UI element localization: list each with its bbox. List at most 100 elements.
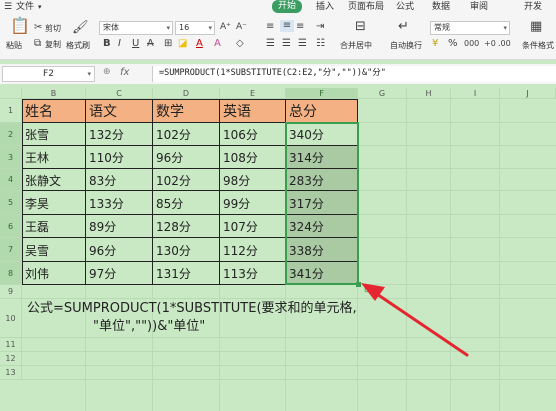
column-header-g[interactable]: G xyxy=(358,88,407,99)
copy-icon[interactable]: ⧉ xyxy=(34,38,41,50)
table-cell-total[interactable]: 317分 xyxy=(286,191,358,215)
paste-button[interactable]: 粘贴 xyxy=(6,40,22,51)
table-cell[interactable]: 130分 xyxy=(153,238,220,262)
row-header-10[interactable]: 10 xyxy=(0,299,22,338)
table-cell[interactable]: 张雪 xyxy=(22,123,86,146)
row-header-9[interactable]: 9 xyxy=(0,285,22,299)
table-cell[interactable]: 83分 xyxy=(86,169,153,191)
fx-icon[interactable]: fx xyxy=(120,67,129,78)
thousands-icon[interactable]: 000 xyxy=(464,38,479,50)
select-all-corner[interactable] xyxy=(0,88,22,99)
format-painter-button[interactable]: 格式刷 xyxy=(66,40,90,51)
number-format-select[interactable]: 常规 ▾ xyxy=(430,21,510,35)
column-header-f[interactable]: F xyxy=(286,88,358,99)
font-name-select[interactable]: 宋体 ▾ xyxy=(99,21,173,35)
conditional-format-button[interactable]: 条件格式 xyxy=(522,40,554,51)
conditional-format-icon[interactable]: ▦ xyxy=(530,20,542,33)
file-menu[interactable]: 文件 xyxy=(16,1,34,13)
column-header-b[interactable]: B xyxy=(22,88,86,99)
column-header-c[interactable]: C xyxy=(86,88,153,99)
header-cell-english[interactable]: 英语 xyxy=(220,99,286,123)
row-header-4[interactable]: 4 xyxy=(0,169,22,191)
font-size-select[interactable]: 16 ▾ xyxy=(175,21,215,35)
table-cell[interactable]: 133分 xyxy=(86,191,153,215)
table-cell[interactable]: 128分 xyxy=(153,215,220,238)
row-header-7[interactable]: 7 xyxy=(0,238,22,262)
column-header-i[interactable]: I xyxy=(451,88,500,99)
font-effect-icon[interactable]: A xyxy=(214,38,221,50)
currency-icon[interactable]: ¥ xyxy=(432,38,438,50)
fill-color-icon[interactable]: ◪ xyxy=(178,38,187,50)
zoom-icon[interactable]: ⊕ xyxy=(103,67,111,77)
tab-home[interactable]: 开始 xyxy=(272,0,303,13)
tab-insert[interactable]: 插入 xyxy=(316,1,334,13)
header-cell-total[interactable]: 总分 xyxy=(286,99,358,123)
row-header-6[interactable]: 6 xyxy=(0,215,22,238)
table-cell[interactable]: 张静文 xyxy=(22,169,86,191)
decrease-decimal-icon[interactable]: .00 xyxy=(498,38,511,50)
italic-icon[interactable]: I xyxy=(118,38,121,50)
row-header-8[interactable]: 8 xyxy=(0,262,22,285)
bold-icon[interactable]: B xyxy=(103,38,111,50)
indent-icon[interactable]: ⇥ xyxy=(316,21,324,33)
wrap-icon[interactable]: ↵ xyxy=(398,20,409,33)
column-header-d[interactable]: D xyxy=(153,88,220,99)
table-cell[interactable]: 99分 xyxy=(220,191,286,215)
tab-data[interactable]: 数据 xyxy=(432,1,450,13)
row-header-13[interactable]: 13 xyxy=(0,366,22,380)
tab-review[interactable]: 审阅 xyxy=(470,1,488,13)
merge-button[interactable]: 合并居中 xyxy=(340,40,372,51)
clear-format-icon[interactable]: ◇ xyxy=(236,38,244,50)
table-cell[interactable]: 112分 xyxy=(220,238,286,262)
table-cell[interactable]: 113分 xyxy=(220,262,286,285)
table-cell-total[interactable]: 324分 xyxy=(286,215,358,238)
wrap-button[interactable]: 自动换行 xyxy=(390,40,422,51)
increase-font-icon[interactable]: A⁺ xyxy=(220,21,231,33)
header-cell-name[interactable]: 姓名 xyxy=(22,99,86,123)
formula-note[interactable]: 公式=SUMPRODUCT(1*SUBSTITUTE(要求和的单元格, "单位"… xyxy=(27,300,357,336)
column-header-h[interactable]: H xyxy=(407,88,451,99)
file-menu-chevron-icon[interactable]: ▾ xyxy=(38,1,42,13)
table-cell[interactable]: 110分 xyxy=(86,146,153,169)
border-icon[interactable]: ⊞ xyxy=(164,38,172,50)
table-cell[interactable]: 108分 xyxy=(220,146,286,169)
align-right-icon[interactable]: ☰ xyxy=(298,38,307,50)
table-cell[interactable]: 王磊 xyxy=(22,215,86,238)
table-cell[interactable]: 107分 xyxy=(220,215,286,238)
cut-icon[interactable]: ✂ xyxy=(34,22,42,34)
header-cell-chinese[interactable]: 语文 xyxy=(86,99,153,123)
table-cell[interactable]: 106分 xyxy=(220,123,286,146)
percent-icon[interactable]: % xyxy=(448,38,458,50)
column-header-j[interactable]: J xyxy=(500,88,556,99)
table-cell[interactable]: 97分 xyxy=(86,262,153,285)
table-cell-total[interactable]: 341分 xyxy=(286,262,358,285)
underline-icon[interactable]: U xyxy=(132,38,139,50)
formula-input[interactable]: =SUMPRODUCT(1*SUBSTITUTE(C2:E2,"分",""))&… xyxy=(152,66,556,82)
table-cell[interactable]: 89分 xyxy=(86,215,153,238)
name-box[interactable]: F2 ▾ xyxy=(2,66,95,82)
strikethrough-icon[interactable]: A xyxy=(147,38,154,50)
increase-decimal-icon[interactable]: +0 xyxy=(484,38,496,50)
distribute-icon[interactable]: ☷ xyxy=(316,38,325,50)
paste-icon[interactable]: 📋 xyxy=(10,18,30,34)
table-cell[interactable]: 李昊 xyxy=(22,191,86,215)
format-painter-icon[interactable]: 🖌 xyxy=(72,21,89,34)
table-cell[interactable]: 王林 xyxy=(22,146,86,169)
row-header-12[interactable]: 12 xyxy=(0,352,22,366)
align-bottom-icon[interactable]: ≡ xyxy=(296,21,304,33)
row-header-11[interactable]: 11 xyxy=(0,338,22,352)
table-cell[interactable]: 131分 xyxy=(153,262,220,285)
copy-button[interactable]: 复制 xyxy=(45,39,61,50)
row-header-5[interactable]: 5 xyxy=(0,191,22,215)
table-cell[interactable]: 98分 xyxy=(220,169,286,191)
worksheet-grid[interactable]: B C D E F G H I J 1 2 3 4 5 6 7 8 9 10 1… xyxy=(0,88,556,411)
align-center-icon[interactable]: ☰ xyxy=(282,38,291,50)
table-cell-total[interactable]: 338分 xyxy=(286,238,358,262)
table-cell-total[interactable]: 283分 xyxy=(286,169,358,191)
row-header-3[interactable]: 3 xyxy=(0,146,22,169)
tab-formulas[interactable]: 公式 xyxy=(396,1,414,13)
align-top-icon[interactable]: ≡ xyxy=(266,21,274,33)
table-cell[interactable]: 96分 xyxy=(153,146,220,169)
table-cell[interactable]: 85分 xyxy=(153,191,220,215)
decrease-font-icon[interactable]: A⁻ xyxy=(236,21,247,33)
